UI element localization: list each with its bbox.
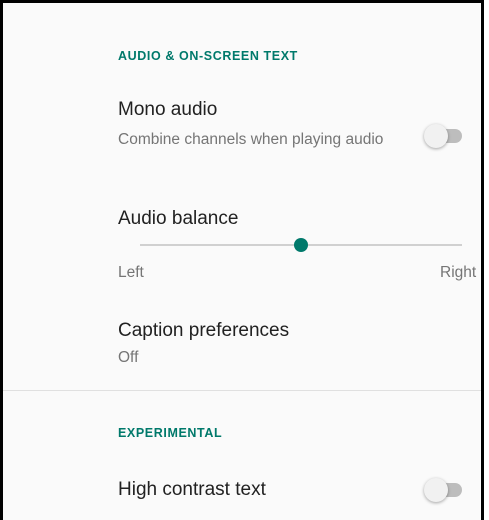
audio-balance-left-label: Left (118, 264, 144, 281)
high-contrast-text-switch[interactable] (424, 478, 464, 502)
audio-balance-title: Audio balance (118, 208, 239, 229)
switch-thumb (424, 124, 448, 148)
mono-audio-summary: Combine channels when playing audio (118, 131, 384, 148)
caption-preferences-summary: Off (118, 349, 139, 366)
high-contrast-text-title: High contrast text (118, 479, 266, 500)
accessibility-settings-screen: AUDIO & ON-SCREEN TEXT Mono audio Combin… (0, 0, 484, 520)
slider-thumb[interactable] (294, 238, 308, 252)
caption-preferences-title: Caption preferences (118, 320, 290, 341)
section-divider (3, 390, 481, 391)
audio-balance-right-label: Right (440, 264, 477, 281)
experimental-section-header: EXPERIMENTAL (118, 426, 223, 440)
audio-section-header: AUDIO & ON-SCREEN TEXT (118, 49, 298, 63)
switch-thumb (424, 478, 448, 502)
mono-audio-switch[interactable] (424, 124, 464, 148)
audio-balance-slider[interactable] (140, 238, 462, 252)
mono-audio-title: Mono audio (118, 99, 218, 120)
